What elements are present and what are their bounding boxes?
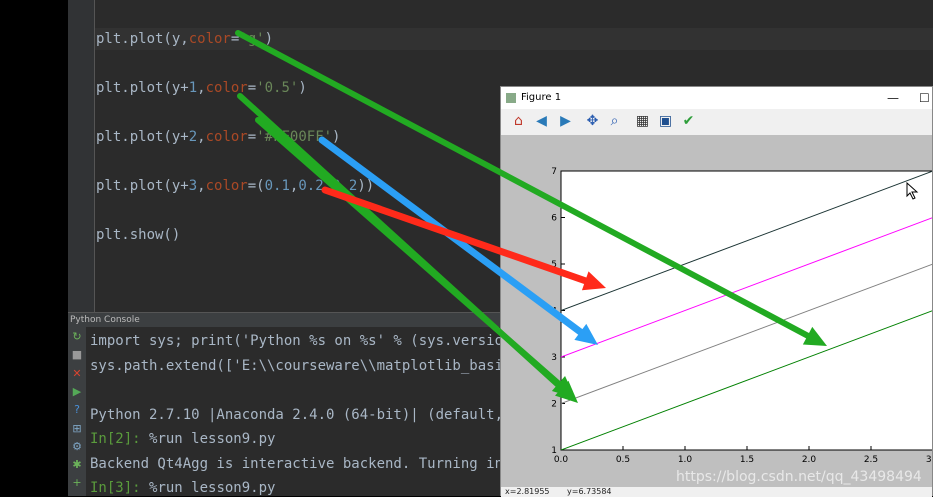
code-token: color — [205, 129, 248, 145]
code-line[interactable]: plt.plot(y+2,color='#FF00FF') — [96, 129, 340, 145]
y-tick-label: 2 — [551, 400, 557, 410]
pan-icon[interactable]: ✥ — [583, 112, 602, 131]
console-line: sys.path.extend(['E:\\courseware\\matplo… — [90, 358, 511, 374]
plot-canvas[interactable]: 0.0 0.5 1.0 1.5 2.0 2.5 3.0 1 2 3 4 5 6 7 — [501, 135, 933, 487]
y-tick-label: 5 — [551, 260, 557, 270]
stop-icon[interactable]: ■ — [71, 349, 83, 361]
console-line: import sys; print('Python %s on %s' % (s… — [90, 333, 511, 349]
subplots-icon[interactable]: ▦ — [633, 112, 652, 131]
zoom-icon[interactable]: ⌕ — [605, 112, 624, 131]
code-line[interactable]: plt.plot(y+1,color='0.5') — [96, 80, 307, 96]
debug-icon[interactable]: ✱ — [71, 459, 83, 471]
console-token: %run lesson9.py — [149, 431, 276, 447]
x-tick-label: 2.5 — [864, 455, 878, 465]
console-line: Python 2.7.10 |Anaconda 2.4.0 (64-bit)| … — [90, 407, 511, 423]
x-tick-label: 0.0 — [554, 455, 569, 465]
rerun-icon[interactable]: ↻ — [71, 331, 83, 343]
console-token: In[2]: — [90, 431, 150, 447]
code-token: plt.show() — [96, 227, 181, 243]
code-token: color — [205, 80, 248, 96]
code-token: plt.plot(y+ — [96, 80, 189, 96]
y-tick-label: 1 — [551, 446, 557, 456]
edit-icon[interactable]: ✔ — [679, 112, 698, 131]
code-token: plt.plot(y+ — [96, 178, 189, 194]
editor-gutter — [68, 0, 95, 312]
forward-icon[interactable]: ▶ — [556, 112, 575, 131]
figure-toolbar: ⌂ ◀ ▶ ✥ ⌕ ▦ ▣ ✔ — [501, 109, 932, 135]
figure-title: Figure 1 — [521, 92, 562, 103]
x-tick-label: 2.0 — [802, 455, 817, 465]
console-token: In[3]: — [90, 480, 150, 496]
x-tick-label: 0.5 — [616, 455, 630, 465]
code-token: 0.2 — [298, 178, 324, 194]
code-token: , — [323, 178, 333, 194]
line-chart: 0.0 0.5 1.0 1.5 2.0 2.5 3.0 1 2 3 4 5 6 7 — [551, 167, 933, 465]
console-line: Backend Qt4Agg is interactive backend. T… — [90, 456, 511, 472]
code-token: 0.1 — [264, 178, 290, 194]
y-tick-label: 3 — [551, 353, 557, 363]
code-token: = — [247, 129, 257, 145]
code-token: = — [247, 80, 257, 96]
y-tick-label: 4 — [551, 307, 557, 317]
code-token: color — [205, 178, 248, 194]
code-token: )) — [357, 178, 375, 194]
code-token: ) — [332, 129, 341, 145]
code-token: =( — [247, 178, 265, 194]
run-icon[interactable]: ▶ — [71, 385, 83, 398]
add-icon[interactable]: + — [71, 477, 83, 489]
variables-icon[interactable]: ⊞ — [71, 422, 83, 435]
y-tick-label: 7 — [551, 167, 557, 177]
figure-window: Figure 1 — ☐ ⌂ ◀ ▶ ✥ ⌕ ▦ ▣ ✔ 0.0 0.5 1.0 1.5 2.0 2.5… — [500, 86, 933, 497]
console-token: Python 2.7.10 |Anaconda 2.4.0 (64-bit)| … — [90, 406, 512, 423]
code-line[interactable]: plt.plot(y+3,color=(0.1,0.2,0.2)) — [96, 178, 374, 194]
console-line: In[2]: %run lesson9.py — [90, 431, 275, 447]
code-line[interactable]: plt.plot(y,color='g') — [96, 31, 273, 47]
back-icon[interactable]: ◀ — [532, 112, 551, 131]
console-token: Backend Qt4Agg is interactive backend. T… — [90, 455, 512, 472]
code-token: 0.2 — [332, 178, 358, 194]
code-token: ) — [298, 80, 307, 96]
plot-area — [560, 170, 933, 451]
console-token: %run lesson9.py — [149, 480, 276, 496]
code-token: ) — [264, 31, 274, 47]
code-token: 'g' — [239, 31, 265, 47]
console-token: sys.path.extend(['E:\\courseware\\matplo… — [90, 357, 512, 374]
maximize-button[interactable]: ☐ — [919, 87, 930, 109]
console-line: In[3]: %run lesson9.py — [90, 480, 275, 496]
console-token: import sys; print('Python %s on %s' % (s… — [90, 333, 512, 349]
figure-titlebar: Figure 1 — ☐ — [501, 87, 932, 109]
y-tick-label: 6 — [551, 214, 557, 224]
code-token: plt.plot(y+ — [96, 129, 189, 145]
x-tick-label: 1.0 — [678, 455, 693, 465]
code-token: 1 — [188, 80, 198, 96]
console-toolbar: ↻ ■ ✕ ▶? ⊞ ⚙ ✱ + — [68, 327, 86, 496]
code-token: '#FF00FF' — [256, 129, 333, 145]
watermark: https://blog.csdn.net/qq_43498494 — [676, 469, 922, 485]
left-panel — [0, 0, 68, 496]
code-token: 2 — [188, 129, 198, 145]
code-token: '0.5' — [256, 80, 299, 96]
x-tick-label: 1.5 — [740, 455, 754, 465]
code-token: , — [197, 80, 206, 96]
settings-icon[interactable]: ⚙ — [71, 440, 83, 453]
x-tick-label: 3.0 — [926, 455, 932, 465]
mouse-cursor-icon — [906, 182, 919, 200]
help-icon[interactable]: ? — [71, 404, 83, 416]
figure-window-icon — [506, 93, 516, 103]
code-token: color — [188, 31, 231, 47]
minimize-button[interactable]: — — [887, 87, 899, 109]
save-icon[interactable]: ▣ — [656, 112, 675, 131]
code-token: plt.plot(y, — [96, 31, 189, 47]
code-token: 3 — [188, 178, 198, 194]
code-token: , — [197, 178, 206, 194]
home-icon[interactable]: ⌂ — [509, 112, 528, 131]
close-icon[interactable]: ✕ — [71, 367, 83, 380]
code-token: , — [197, 129, 206, 145]
code-line[interactable]: plt.show() — [96, 227, 180, 243]
